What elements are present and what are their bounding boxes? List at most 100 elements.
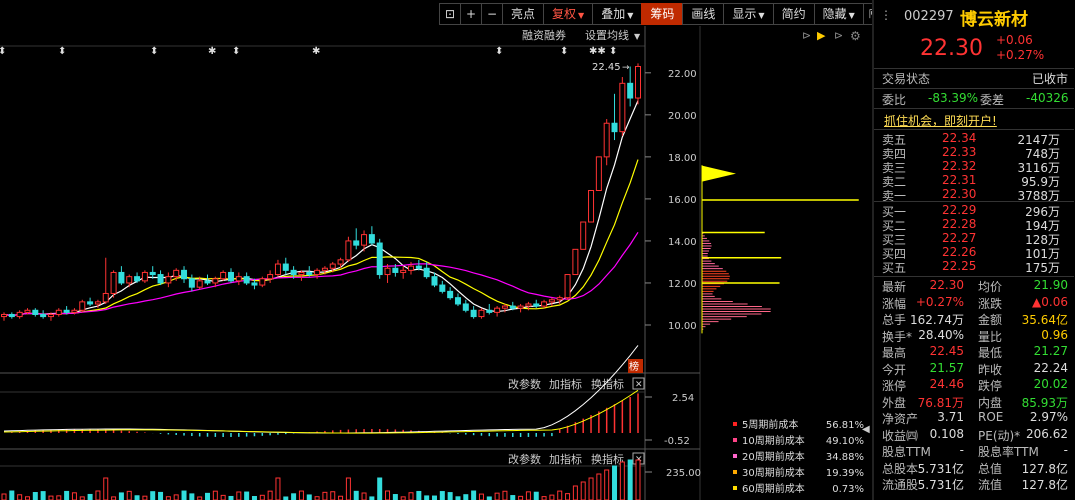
play-icon[interactable]: ▶	[817, 29, 826, 42]
stat-label: 涨幅	[882, 296, 907, 311]
toolbar-simple-button[interactable]: 简约	[772, 3, 815, 25]
stock-code: 002297	[904, 9, 954, 24]
ask-price: 22.30	[942, 187, 977, 201]
event-marker-icon[interactable]: ⬍	[560, 46, 568, 57]
price-change: +0.06	[996, 33, 1033, 47]
sub2-params-button[interactable]: 改参数	[508, 452, 541, 466]
stat-label: 涨停	[882, 379, 907, 393]
stock-chart[interactable]: 融资融券 设置均线 ▼ ⬍ ⬍ ⬍ ✱ ⬍ ✱ ⬍ ⬍ ✱✱ ⬍ 22.00 20…	[0, 26, 870, 500]
toolbar-highlight-button[interactable]: 亮点	[502, 3, 545, 25]
volume-bar	[572, 485, 578, 500]
legend-label: 60周期前成本	[742, 482, 805, 495]
candle-body	[439, 284, 446, 292]
stat-label: PE(动)*	[978, 428, 1021, 443]
ma-settings-caret-icon[interactable]: ▼	[634, 32, 641, 41]
price-tick-label: 18.00	[668, 153, 697, 164]
play-left-icon[interactable]: ⊳	[802, 29, 811, 42]
volume-bar	[306, 494, 312, 500]
toolbar-display-button[interactable]: 显示 ▼	[723, 3, 774, 25]
ma-settings-menu[interactable]: 设置均线	[585, 28, 629, 42]
candle-body	[517, 305, 524, 309]
candle-body	[454, 297, 461, 305]
price-tick-label: 10.00	[668, 321, 697, 332]
expand-arrow-icon[interactable]: ◀	[862, 424, 872, 438]
event-marker-icon[interactable]: ⬍	[609, 46, 617, 57]
open-account-link[interactable]: 抓住机会，即刻开户!	[884, 112, 997, 129]
candle-body	[55, 309, 62, 315]
candle-body	[603, 122, 610, 158]
stat-value: 0.108	[929, 426, 964, 441]
weicha-value: -40326	[1026, 91, 1069, 105]
candle-body	[619, 82, 626, 133]
bid-volume: 175万	[1025, 261, 1060, 275]
margin-menu[interactable]: 融资融券	[522, 28, 566, 42]
sub1-add-indicator-button[interactable]: 加指标	[549, 377, 582, 391]
volume-bar	[322, 491, 328, 500]
candle-body	[71, 309, 78, 313]
stat-row: 净资产 3.71 ROE 2.97%	[880, 410, 1070, 427]
volume-bar	[17, 494, 23, 500]
lock-icon[interactable]: ⊡	[439, 3, 461, 25]
candle-body	[368, 234, 375, 244]
volume-bar	[345, 477, 351, 500]
rank-badge-label: 榜	[629, 360, 639, 373]
stock-header: ⋮ 002297 博云新材	[874, 4, 1074, 30]
event-marker-icon[interactable]: ✱	[208, 46, 216, 57]
stat-label: 总值	[978, 461, 1003, 476]
legend-value: 56.81%	[826, 420, 864, 431]
play-right-icon[interactable]: ⊳	[834, 29, 843, 42]
event-marker-icon[interactable]: ⬍	[232, 46, 240, 57]
candle-body	[118, 271, 125, 284]
candle-body	[478, 309, 485, 318]
sub1-switch-indicator-button[interactable]: 换指标	[591, 377, 624, 391]
candle-body	[595, 156, 602, 191]
gear-icon[interactable]: ⚙	[850, 29, 861, 43]
event-marker-icon[interactable]: ✱	[312, 46, 320, 57]
sub1-params-button[interactable]: 改参数	[508, 377, 541, 391]
volume-bar	[353, 490, 359, 500]
volume-bar	[330, 491, 336, 500]
bid-row[interactable]: 买五 22.25 175万	[880, 259, 1070, 276]
candle-body	[392, 267, 399, 273]
candle-body	[384, 267, 391, 276]
toolbar-hide-button[interactable]: 隐藏 ▼	[813, 3, 864, 25]
candle-body	[423, 267, 430, 278]
toolbar-overlay-button[interactable]: 叠加 ▼	[592, 3, 643, 25]
toolbar-chips-button[interactable]: 筹码	[641, 3, 684, 25]
stat-value: 20.02	[1033, 377, 1068, 391]
volume-bar	[71, 492, 77, 500]
sub2-switch-indicator-button[interactable]: 换指标	[591, 452, 624, 466]
candlesticks	[1, 63, 641, 321]
zoom-in-icon[interactable]: +	[460, 3, 482, 25]
stat-row: 涨停 24.46 跌停 20.02	[880, 377, 1070, 394]
candle-body	[321, 267, 328, 271]
zoom-out-icon[interactable]: −	[481, 3, 503, 25]
trade-status-value: 已收市	[1032, 72, 1069, 86]
candle-body	[408, 265, 415, 271]
candle-body	[165, 276, 172, 284]
toolbar-draw-button[interactable]: 画线	[682, 3, 725, 25]
last-price: 22.30	[920, 36, 983, 61]
toolbar-adjust-button[interactable]: 复权 ▼	[543, 3, 594, 25]
volume-bar	[103, 477, 109, 500]
volume-bar	[291, 493, 297, 500]
volume-bar	[118, 492, 124, 500]
stat-row: 今开 21.57 昨收 22.24	[880, 361, 1070, 378]
volume-bar	[612, 465, 618, 500]
menu-dots-icon[interactable]: ⋮	[880, 8, 892, 22]
candle-body	[220, 271, 227, 280]
candle-body	[314, 269, 321, 276]
sub2-add-indicator-button[interactable]: 加指标	[549, 452, 582, 466]
bid-price: 22.27	[942, 231, 977, 245]
event-marker-icon[interactable]: ⬍	[495, 46, 503, 57]
volume-bar	[502, 490, 508, 500]
legend-value: 19.39%	[826, 468, 864, 479]
event-marker-icon[interactable]: ⬍	[150, 46, 158, 57]
event-marker-icon[interactable]: ✱✱	[589, 46, 606, 57]
stat-label: 股息率TTM	[978, 445, 1039, 459]
event-marker-icon[interactable]: ⬍	[58, 46, 66, 57]
event-marker-icon[interactable]: ⬍	[0, 46, 6, 57]
candle-body	[361, 234, 368, 246]
stat-label: 最高	[882, 346, 907, 360]
stat-label: 内盘	[978, 395, 1003, 410]
